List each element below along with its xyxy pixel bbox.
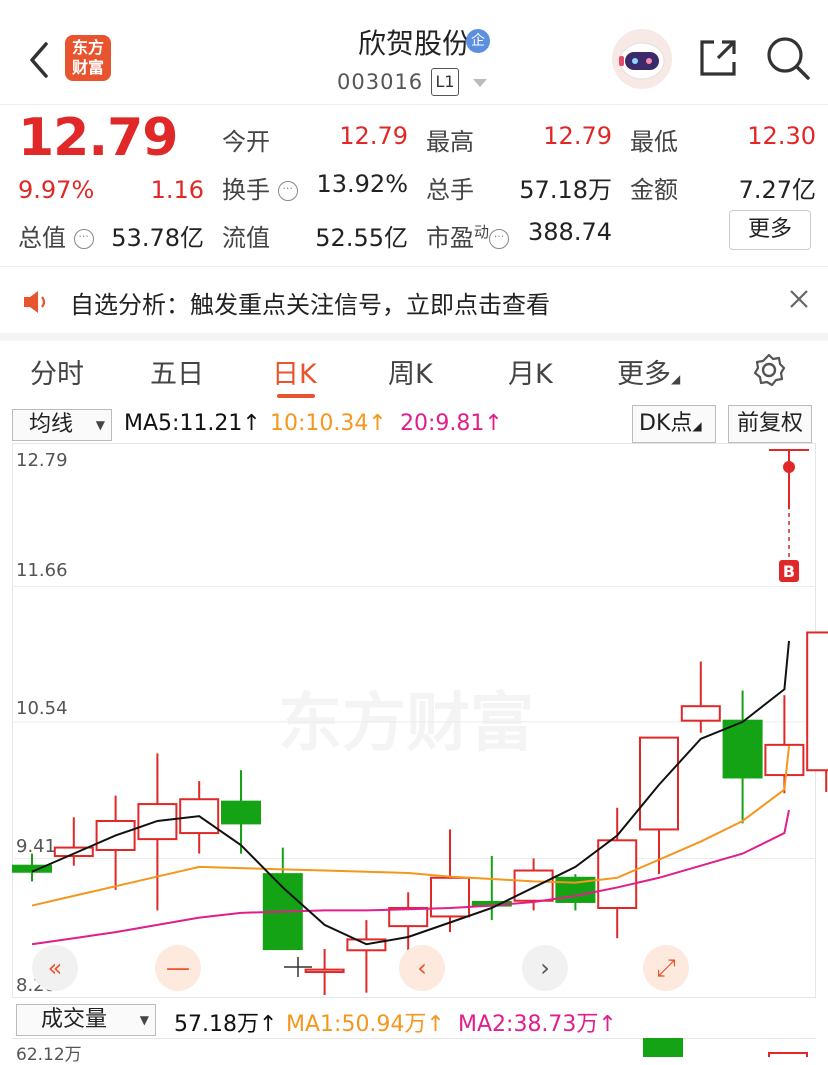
kline-chart[interactable]: B	[0, 0, 828, 1000]
candle-body	[513, 869, 554, 902]
y-tick: 11.66	[16, 560, 68, 581]
y-tick: 12.79	[16, 450, 68, 471]
expand-icon[interactable]: ⤢	[643, 945, 689, 991]
scroll-left-button[interactable]: ‹	[399, 945, 445, 991]
volume-bar	[643, 1038, 683, 1057]
volume-current: 57.18万↑	[174, 1012, 278, 1037]
indicator-select-label: 成交量	[41, 1007, 108, 1032]
volume-chart-frame	[12, 1038, 816, 1058]
candle-body	[304, 968, 345, 974]
limit-up-dot	[783, 461, 795, 473]
candle-body	[680, 705, 721, 722]
candle-body	[806, 631, 828, 772]
y-tick: 10.54	[16, 698, 68, 719]
candle-body	[722, 719, 763, 779]
candle-body	[430, 876, 470, 918]
y-tick: 9.41	[16, 836, 57, 857]
volume-axis-label: 62.12万	[16, 1045, 82, 1065]
candle-body	[221, 800, 261, 825]
buy-marker-label: B	[783, 562, 795, 581]
volume-bar	[768, 1052, 808, 1057]
chevron-down-icon: ▼	[139, 1013, 149, 1027]
volume-ma2: MA2:38.73万↑	[458, 1012, 617, 1037]
candle-body	[388, 906, 429, 928]
volume-ma1: MA1:50.94万↑	[286, 1012, 445, 1037]
scroll-far-left-button[interactable]: «	[32, 945, 78, 991]
zoom-out-button[interactable]: —	[155, 945, 201, 991]
candle-body	[764, 743, 805, 777]
scroll-right-button[interactable]: ›	[522, 945, 568, 991]
indicator-select[interactable]: 成交量 ▼	[16, 1004, 156, 1036]
candle-body	[597, 839, 638, 909]
